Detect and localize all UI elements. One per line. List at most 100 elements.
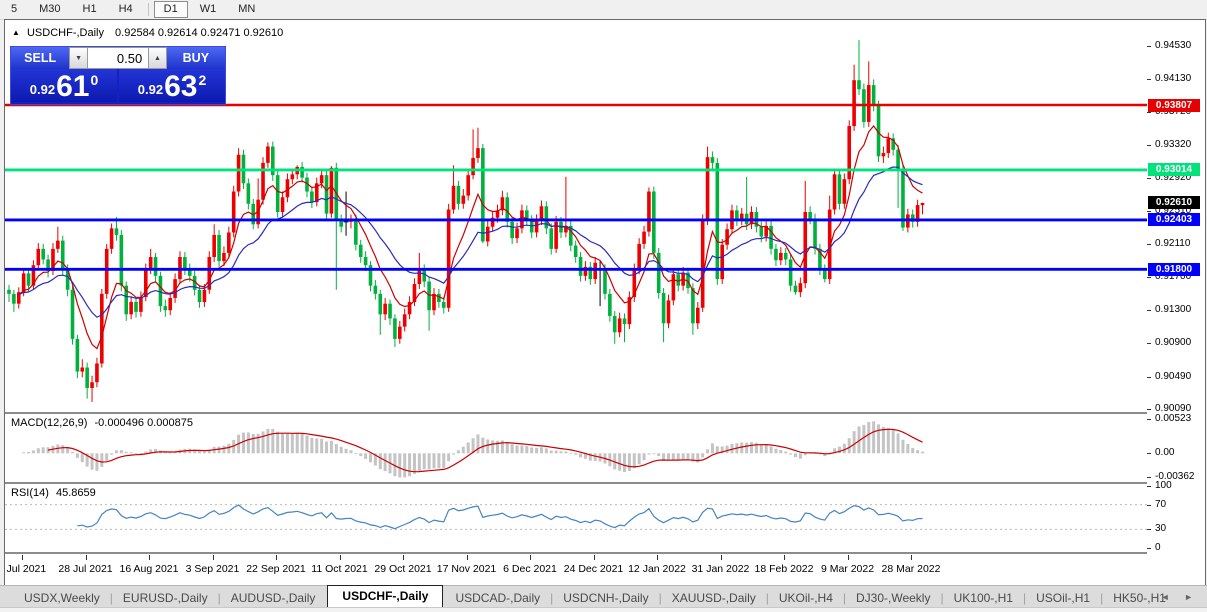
macd-histogram-bar <box>555 451 558 454</box>
macd-histogram-bar <box>379 453 382 469</box>
volume-input[interactable]: 0.50 <box>88 47 148 69</box>
macd-histogram-bar <box>296 433 299 453</box>
tab-scroll-right-icon[interactable]: ► <box>1184 592 1199 602</box>
price-axis-label: 0.92110 <box>1155 238 1190 249</box>
candle-body <box>647 192 651 232</box>
macd-histogram-bar <box>594 453 597 461</box>
candle-body <box>823 269 827 279</box>
macd-histogram-bar <box>491 440 494 453</box>
timeframe-button-H1[interactable]: H1 <box>73 1 107 18</box>
chart-tab-ukoil-h4[interactable]: UKOil-,H4 <box>769 588 843 607</box>
macd-histogram-bar <box>467 442 470 453</box>
macd-histogram-bar <box>564 452 567 454</box>
axis-tick <box>1147 453 1151 454</box>
chart-tab-usdchf-daily[interactable]: USDCHF-,Daily <box>327 585 443 607</box>
macd-histogram-bar <box>76 453 79 458</box>
date-axis-label: 28 Jul 2021 <box>58 563 112 575</box>
chart-tab-usoil-h1[interactable]: USOil-,H1 <box>1026 588 1100 607</box>
timeframe-button-W1[interactable]: W1 <box>190 1 227 18</box>
candle-body <box>667 300 671 323</box>
timeframe-button-D1[interactable]: D1 <box>154 1 188 18</box>
chart-tab-usdx-weekly[interactable]: USDX,Weekly <box>14 588 110 607</box>
candle-body <box>227 232 231 252</box>
timeframe-button-MN[interactable]: MN <box>228 1 265 18</box>
candle-body <box>672 274 676 300</box>
candle-body <box>608 294 612 316</box>
chart-tab-xauusd-daily[interactable]: XAUUSD-,Daily <box>662 588 766 607</box>
volume-increase-button[interactable]: ▲ <box>148 47 167 69</box>
one-click-trade-panel: SELL ▼ 0.50 ▲ BUY 0.92 61 0 0.92 63 2 <box>10 46 226 105</box>
axis-tick <box>1147 310 1151 311</box>
macd-histogram-bar <box>843 444 846 454</box>
date-tick <box>340 555 341 560</box>
chart-tab-usdcnh-daily[interactable]: USDCNH-,Daily <box>553 588 658 607</box>
macd-histogram-bar <box>257 434 260 454</box>
macd-histogram-bar <box>862 425 865 453</box>
macd-histogram-bar <box>476 434 479 453</box>
volume-decrease-button[interactable]: ▼ <box>69 47 88 69</box>
macd-histogram-bar <box>115 450 118 453</box>
candle-body <box>701 220 705 308</box>
date-tick <box>86 555 87 560</box>
candle-body <box>232 192 236 233</box>
timeframe-button-5[interactable]: 5 <box>1 1 27 18</box>
chart-tab-usdcad-daily[interactable]: USDCAD-,Daily <box>445 588 550 607</box>
chart-tab-audusd-daily[interactable]: AUDUSD-,Daily <box>221 588 326 607</box>
candle-body <box>613 316 617 332</box>
candle-body <box>696 308 700 324</box>
date-tick <box>22 555 23 560</box>
macd-histogram-bar <box>144 452 147 454</box>
date-tick <box>911 555 912 560</box>
chart-tab-uk100-h1[interactable]: UK100-,H1 <box>944 588 1023 607</box>
axis-tick <box>1147 548 1151 549</box>
macd-histogram-bar <box>310 438 313 453</box>
collapse-triangle-icon[interactable]: ▲ <box>12 28 20 37</box>
macd-histogram-bar <box>799 453 802 458</box>
price-axis[interactable]: 0.945300.941300.937200.933200.929200.925… <box>1147 20 1203 584</box>
buy-price[interactable]: 0.92 63 2 <box>119 69 225 102</box>
candle-body <box>857 80 861 89</box>
timeframe-button-M30[interactable]: M30 <box>29 1 70 18</box>
candle-body <box>76 339 80 372</box>
buy-button[interactable]: BUY <box>167 47 225 70</box>
chart-tabs: USDX,Weekly|EURUSD-,Daily|AUDUSD-,DailyU… <box>0 586 1207 607</box>
macd-histogram-bar <box>130 452 133 453</box>
candle-body <box>198 290 202 302</box>
chart-window: ▲ USDCHF-,Daily 0.92584 0.92614 0.92471 … <box>4 19 1206 587</box>
candle-body <box>330 168 334 214</box>
candle-body <box>85 368 89 388</box>
fast-ma-line <box>19 126 923 349</box>
candle-body <box>281 197 285 212</box>
macd-histogram-bar <box>252 434 255 453</box>
candle-body <box>623 318 627 324</box>
timeframe-toolbar: 5M30H1H4 D1W1MN <box>0 0 1207 20</box>
date-axis-label: 6 Dec 2021 <box>503 563 557 575</box>
candle-body <box>276 175 280 212</box>
candle-body <box>579 257 583 276</box>
date-tick <box>213 555 214 560</box>
macd-histogram-bar <box>716 446 719 453</box>
tab-scroll-left-icon[interactable]: ◄ <box>1161 592 1176 602</box>
date-axis-label: 3 Sep 2021 <box>186 563 240 575</box>
level-price-badge: 0.93807 <box>1148 99 1200 112</box>
candle-body <box>325 175 329 213</box>
macd-histogram-bar <box>897 433 900 453</box>
timeframe-button-H4[interactable]: H4 <box>109 1 143 18</box>
date-axis-label: 16 Aug 2021 <box>120 563 179 575</box>
date-tick <box>721 555 722 560</box>
sell-button[interactable]: SELL <box>11 47 69 70</box>
date-axis-label: 11 Oct 2021 <box>311 563 367 575</box>
chart-tab-eurusd-daily[interactable]: EURUSD-,Daily <box>113 588 218 607</box>
macd-histogram-bar <box>428 453 431 469</box>
sell-price[interactable]: 0.92 61 0 <box>11 69 117 102</box>
candle-body <box>320 175 324 183</box>
spinner-down-icon: ▼ <box>75 55 82 62</box>
macd-label: MACD(12,26,9) -0.000496 0.000875 <box>11 417 193 429</box>
level-price-badge: 0.92403 <box>1148 213 1200 226</box>
time-axis[interactable]: 9 Jul 202128 Jul 202116 Aug 20213 Sep 20… <box>5 555 1147 584</box>
candle-body <box>120 235 124 286</box>
macd-histogram-bar <box>579 453 582 457</box>
chart-tab-dj30-weekly[interactable]: DJ30-,Weekly <box>846 588 940 607</box>
date-axis-label: 12 Jan 2022 <box>628 563 686 575</box>
chart-ohlc-values: 0.92584 0.92614 0.92471 0.92610 <box>115 27 283 39</box>
